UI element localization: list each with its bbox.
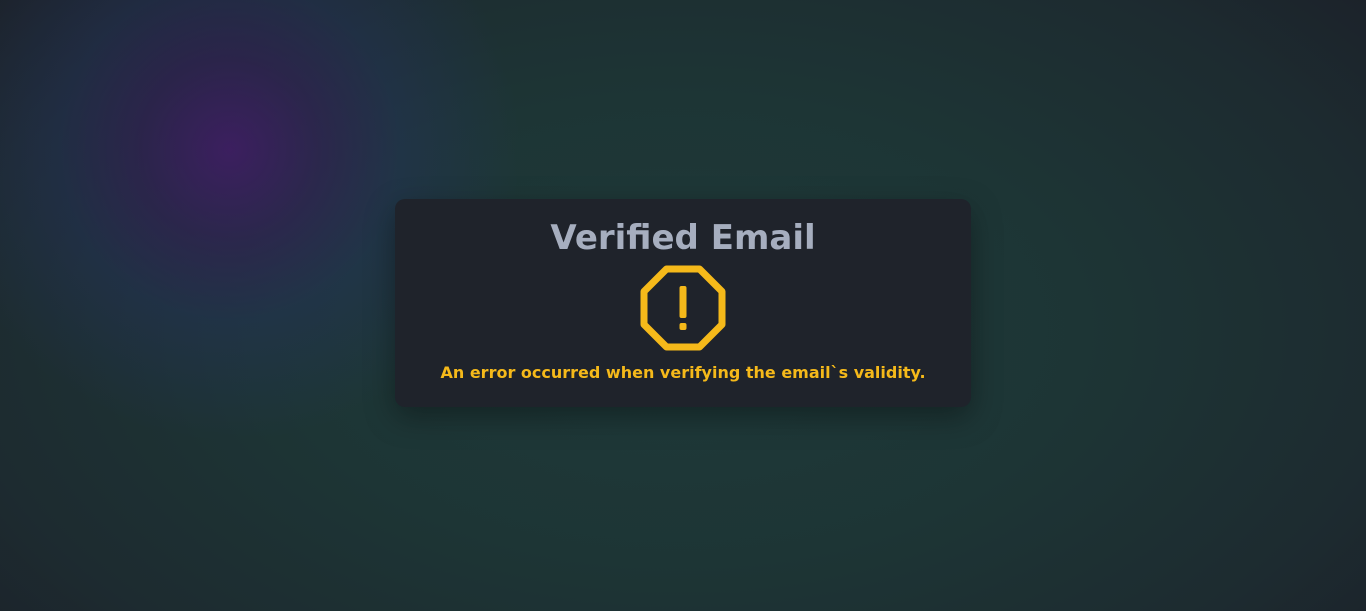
error-message: An error occurred when verifying the ema…: [440, 363, 926, 382]
page-title: Verified Email: [550, 218, 816, 258]
warning-octagon-icon: [640, 265, 726, 351]
verification-card: Verified Email An error occurred when ve…: [395, 199, 971, 407]
